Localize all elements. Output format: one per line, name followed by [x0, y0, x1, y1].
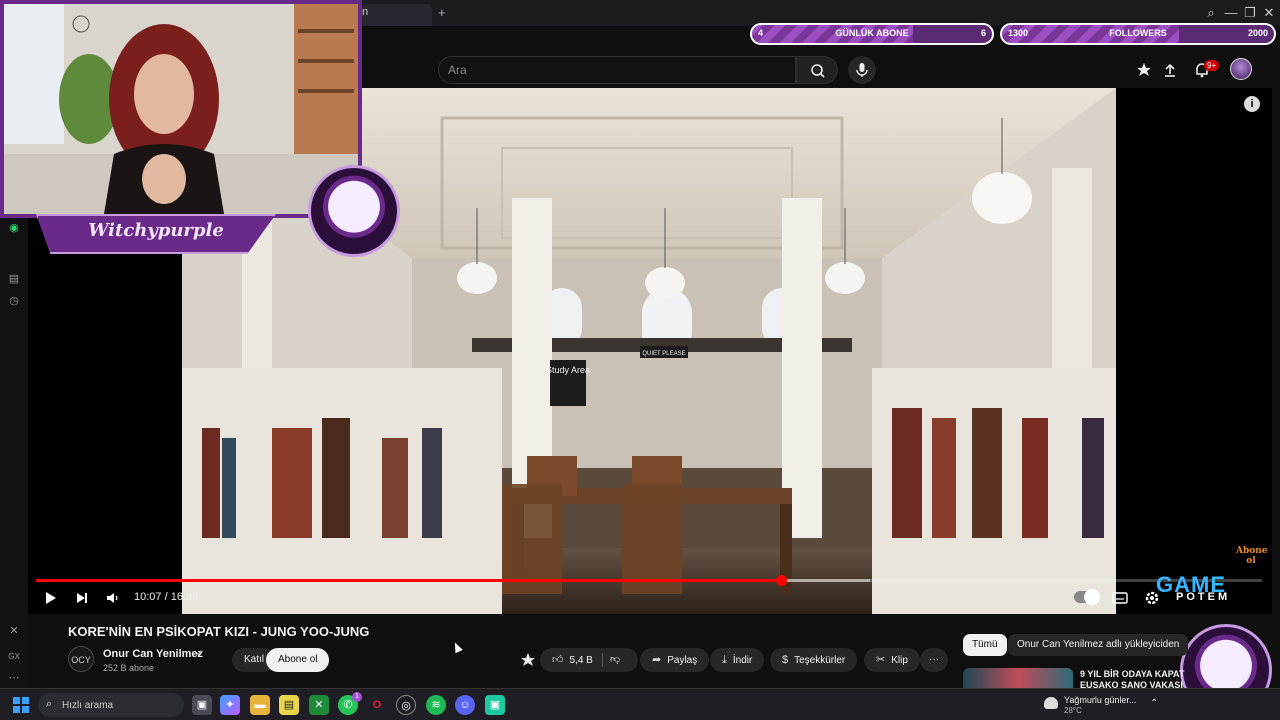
webcam-feed [4, 4, 358, 214]
taskbar-search-icon: ⌕ [46, 698, 53, 710]
opera-gx-icon[interactable]: O [367, 695, 387, 715]
weather-title[interactable]: Yağmurlu günler... [1064, 695, 1136, 705]
clock-icon[interactable]: ◷ [6, 293, 22, 309]
volume-button[interactable] [103, 588, 123, 608]
subscribe-button[interactable]: Abone ol [266, 648, 330, 672]
gx-icon[interactable]: GX [6, 649, 22, 665]
close-button[interactable]: ✕ [1260, 5, 1278, 21]
search-input[interactable] [448, 61, 778, 79]
new-tab-button[interactable]: + [438, 5, 446, 20]
followers-goal-target: 2000 [1247, 28, 1268, 38]
create-icon[interactable] [1134, 60, 1154, 80]
microphone-icon [856, 63, 868, 77]
autoplay-toggle[interactable] [1074, 589, 1100, 605]
gamepad-logo-sub: POTEM [1176, 591, 1231, 603]
clip-button[interactable]: ✂ Klip [864, 648, 920, 672]
task-view-icon[interactable]: ▣ [192, 695, 212, 715]
dislike-icon[interactable]: 👎︎ [610, 648, 620, 672]
like-dislike-group: 👍︎ 5,4 B 👎︎ [540, 648, 638, 672]
channel-name[interactable]: Onur Can Yenilmez [103, 648, 203, 660]
weather-icon [1044, 697, 1058, 709]
play-button[interactable] [40, 588, 60, 608]
account-avatar[interactable] [1230, 58, 1252, 80]
obs-icon[interactable]: ◎ [396, 695, 416, 715]
streamer-name: Witchypurple [88, 220, 224, 241]
witch-logo-icon [308, 165, 400, 257]
like-icon[interactable]: 👍︎ [552, 654, 564, 666]
search-button[interactable] [796, 56, 838, 84]
video-title: KORE'NİN EN PSİKOPAT KIZI - JUNG YOO-JUN… [68, 624, 370, 639]
quiet-please-sign: QUIET PLEASE [642, 351, 685, 357]
whatsapp-badge: 1 [352, 692, 362, 702]
whatsapp-icon[interactable]: ◉ [6, 220, 22, 236]
streamlabs-icon[interactable]: ▣ [485, 695, 505, 715]
daily-goal-label: GÜNLÜK ABONE [835, 28, 909, 38]
xbox-icon[interactable]: ✕ [309, 695, 329, 715]
more-actions-button[interactable]: ··· [920, 648, 948, 672]
chip-all[interactable]: Tümü [963, 634, 1007, 656]
like-count[interactable]: 5,4 B [570, 655, 593, 666]
download-icon: ⤓ [722, 654, 727, 666]
play-icon [46, 592, 56, 604]
webcam-overlay [0, 0, 362, 218]
twitch-icon[interactable]: ✕ [6, 623, 22, 639]
thanks-button[interactable]: $ Teşekkürler [770, 648, 858, 672]
chip-uploader[interactable]: Onur Can Yenilmez adlı yükleyiciden [1008, 634, 1189, 656]
time-display: 10:07 / 16:38 [134, 591, 199, 603]
share-button[interactable]: ➦ Paylaş [640, 648, 710, 672]
tab-search-icon[interactable]: ⌕ [1202, 5, 1220, 21]
library-icon[interactable]: ▤ [6, 271, 22, 287]
spotify-icon[interactable]: ≋ [426, 695, 446, 715]
divider [602, 653, 603, 667]
share-icon: ➦ [652, 654, 662, 666]
minimize-button[interactable]: — [1222, 5, 1240, 20]
weather-temperature: 28°C [1064, 706, 1082, 715]
restore-button[interactable]: ❐ [1241, 5, 1259, 21]
verified-icon: ✔ [196, 648, 204, 658]
recommendation-thumbnail[interactable] [963, 668, 1073, 688]
subtitles-button[interactable] [1110, 588, 1130, 608]
voice-search-button[interactable] [848, 56, 876, 84]
daily-subscriber-goal: 4 GÜNLÜK ABONE 6 [750, 23, 994, 45]
skip-next-icon [77, 593, 87, 603]
mouse-cursor [451, 640, 463, 654]
gemini-icon[interactable] [518, 650, 538, 670]
download-button[interactable]: ⤓ İndir [710, 648, 765, 672]
download-label: İndir [732, 655, 753, 666]
tray-chevron-icon[interactable]: ⌃ [1150, 698, 1158, 709]
followers-goal: 1300 FOLLOWERS 2000 [1000, 23, 1276, 45]
taskbar-search-input[interactable] [62, 698, 142, 712]
share-label: Paylaş [667, 655, 698, 666]
recommendation-title-line1: 9 YIL BİR ODAYA KAPAT [1080, 669, 1185, 679]
start-button[interactable] [13, 697, 29, 713]
study-area-sign: Study Area [546, 365, 590, 375]
daily-goal-target: 6 [980, 28, 986, 38]
next-button[interactable] [72, 588, 92, 608]
file-explorer-icon[interactable]: ▬ [250, 695, 270, 715]
browser-tab[interactable] [362, 4, 432, 26]
notification-count-badge: 9+ [1204, 60, 1220, 71]
browser-tab-title: n [362, 6, 369, 18]
subtitles-icon [1112, 592, 1128, 604]
upload-icon[interactable] [1160, 60, 1180, 80]
abone-overlay-text: Abone ol [1236, 546, 1268, 566]
channel-avatar[interactable]: OCY [68, 646, 94, 672]
info-icon[interactable]: i [1244, 96, 1260, 112]
volume-icon [107, 593, 118, 603]
more-icon[interactable]: ⋯ [6, 670, 22, 686]
subscriber-count: 252 B abone [103, 663, 155, 673]
progress-played [36, 579, 782, 582]
scissors-icon: ✂ [876, 654, 886, 666]
clip-label: Klip [891, 655, 908, 666]
search-icon [811, 64, 825, 78]
thanks-icon: $ [782, 654, 789, 666]
thanks-label: Teşekkürler [794, 655, 846, 666]
followers-goal-label: FOLLOWERS [1109, 28, 1167, 38]
copilot-icon[interactable]: ✦ [220, 695, 240, 715]
sticky-notes-icon[interactable]: ▤ [279, 695, 299, 715]
discord-icon[interactable]: ☺ [455, 695, 475, 715]
